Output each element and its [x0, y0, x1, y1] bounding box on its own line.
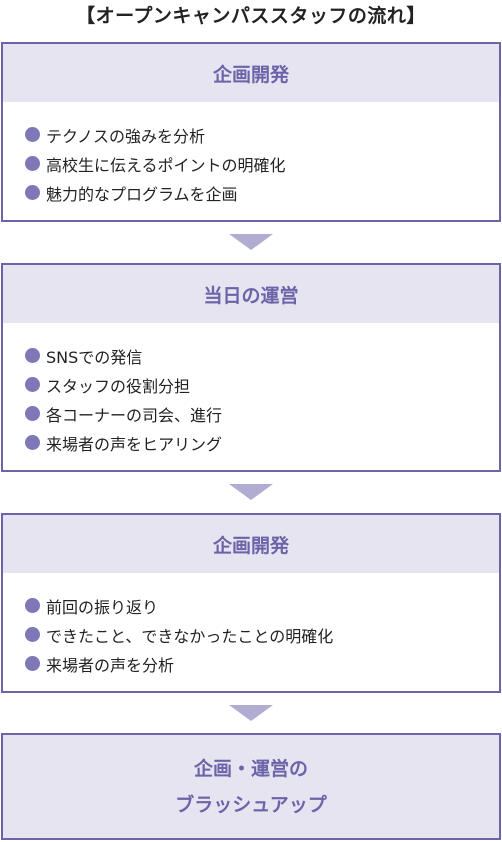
stage-review: 企画開発 前回の振り返り できたこと、できなかったことの明確化 来場者の声を分析	[1, 513, 501, 693]
stage-item-list: SNSでの発信 スタッフの役割分担 各コーナーの司会、進行 来場者の声をヒアリン…	[3, 323, 499, 457]
flow-arrow-down-icon	[229, 234, 273, 250]
final-outcome-line2: ブラッシュアップ	[175, 793, 327, 816]
list-item-label: 魅力的なプログラムを企画	[46, 184, 238, 204]
list-item-label: できたこと、できなかったことの明確化	[46, 626, 334, 646]
bullet-icon	[25, 627, 40, 642]
stage-item-list: 前回の振り返り できたこと、できなかったことの明確化 来場者の声を分析	[3, 573, 499, 678]
list-item-label: SNSでの発信	[46, 347, 143, 367]
bullet-icon	[25, 656, 40, 671]
bullet-icon	[25, 598, 40, 613]
list-item-label: 各コーナーの司会、進行	[46, 405, 223, 425]
list-item: 来場者の声を分析	[25, 649, 499, 678]
bullet-icon	[25, 406, 40, 421]
stage-planning: 企画開発 テクノスの強みを分析 高校生に伝えるポイントの明確化 魅力的なプログラ…	[1, 42, 501, 222]
list-item: SNSでの発信	[25, 341, 499, 370]
list-item-label: 来場者の声をヒアリング	[46, 434, 223, 454]
bullet-icon	[25, 377, 40, 392]
list-item: 前回の振り返り	[25, 591, 499, 620]
list-item-label: スタッフの役割分担	[46, 376, 191, 396]
list-item-label: 来場者の声を分析	[46, 655, 175, 675]
list-item: 魅力的なプログラムを企画	[25, 178, 499, 207]
stage-heading: 企画開発	[3, 44, 499, 102]
flow-arrow-down-icon	[229, 484, 273, 500]
page-title: 【オープンキャンパススタッフの流れ】	[76, 5, 426, 27]
bullet-icon	[25, 156, 40, 171]
list-item: テクノスの強みを分析	[25, 120, 499, 149]
stage-heading: 当日の運営	[3, 265, 499, 323]
list-item: スタッフの役割分担	[25, 370, 499, 399]
bullet-icon	[25, 127, 40, 142]
list-item: 各コーナーの司会、進行	[25, 399, 499, 428]
list-item-label: テクノスの強みを分析	[46, 126, 206, 146]
list-item: できたこと、できなかったことの明確化	[25, 620, 499, 649]
list-item-label: 前回の振り返り	[46, 597, 159, 617]
flow-arrow-down-icon	[229, 705, 273, 721]
final-outcome-line1: 企画・運営の	[193, 757, 308, 780]
list-item: 来場者の声をヒアリング	[25, 428, 499, 457]
stage-operation: 当日の運営 SNSでの発信 スタッフの役割分担 各コーナーの司会、進行 来場者の…	[1, 263, 501, 472]
bullet-icon	[25, 348, 40, 363]
list-item: 高校生に伝えるポイントの明確化	[25, 149, 499, 178]
list-item-label: 高校生に伝えるポイントの明確化	[46, 155, 286, 175]
stage-heading: 企画開発	[3, 515, 499, 573]
final-outcome-box: 企画・運営の ブラッシュアップ	[1, 733, 501, 840]
bullet-icon	[25, 435, 40, 450]
stage-item-list: テクノスの強みを分析 高校生に伝えるポイントの明確化 魅力的なプログラムを企画	[3, 102, 499, 207]
bullet-icon	[25, 185, 40, 200]
